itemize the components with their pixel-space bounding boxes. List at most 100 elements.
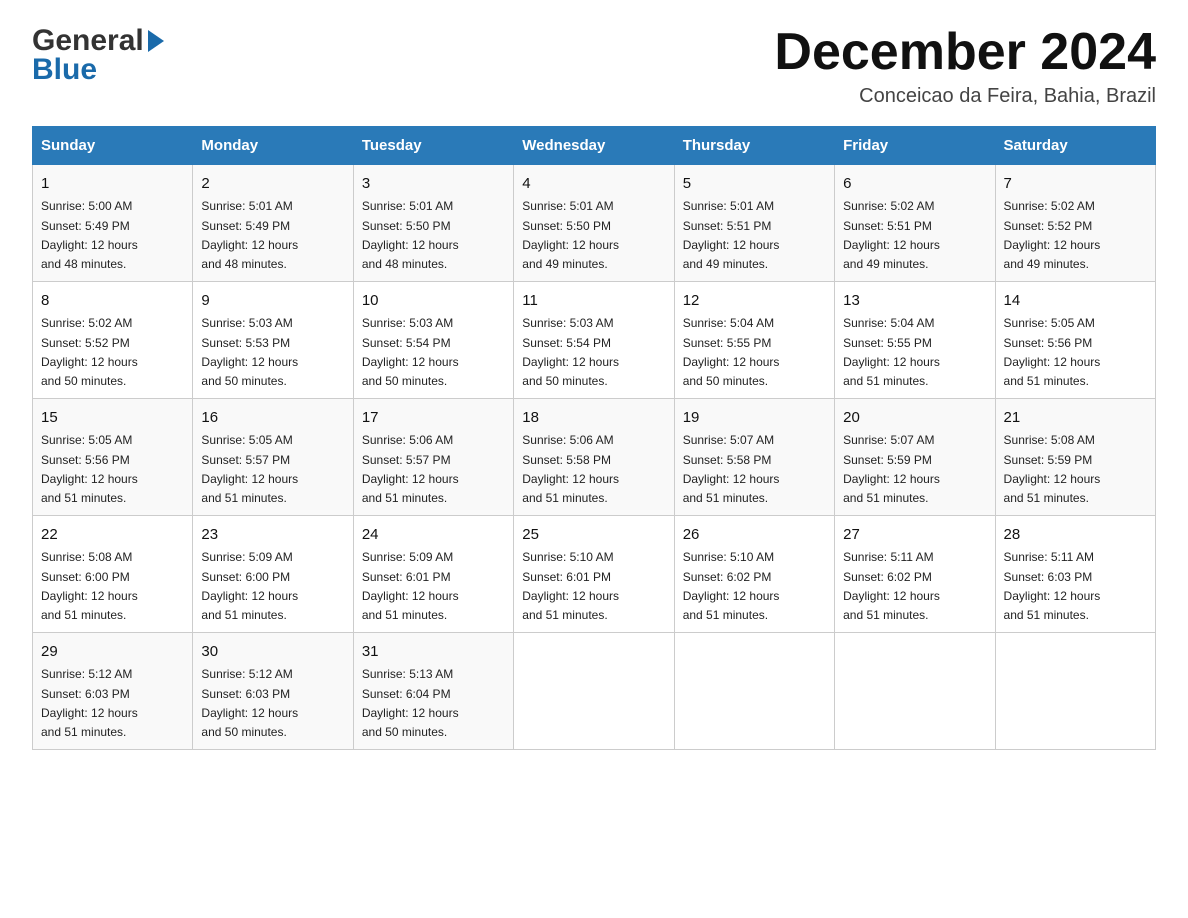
day-info: Sunrise: 5:01 AMSunset: 5:51 PMDaylight:… [683,197,826,274]
calendar-day-3: 3Sunrise: 5:01 AMSunset: 5:50 PMDaylight… [353,165,513,282]
day-number: 16 [201,406,344,429]
month-title: December 2024 [774,24,1156,81]
header-tuesday: Tuesday [353,127,513,165]
logo-arrow-icon [148,30,164,52]
day-number: 17 [362,406,505,429]
header-sunday: Sunday [33,127,193,165]
day-info: Sunrise: 5:01 AMSunset: 5:50 PMDaylight:… [522,197,665,274]
calendar-day-21: 21Sunrise: 5:08 AMSunset: 5:59 PMDayligh… [995,399,1155,516]
header-monday: Monday [193,127,353,165]
calendar-empty-cell [514,633,674,750]
day-info: Sunrise: 5:06 AMSunset: 5:58 PMDaylight:… [522,431,665,508]
day-number: 15 [41,406,184,429]
calendar-day-12: 12Sunrise: 5:04 AMSunset: 5:55 PMDayligh… [674,282,834,399]
day-number: 24 [362,523,505,546]
day-info: Sunrise: 5:01 AMSunset: 5:49 PMDaylight:… [201,197,344,274]
calendar-day-27: 27Sunrise: 5:11 AMSunset: 6:02 PMDayligh… [835,516,995,633]
day-info: Sunrise: 5:03 AMSunset: 5:54 PMDaylight:… [522,314,665,391]
header-wednesday: Wednesday [514,127,674,165]
day-number: 6 [843,172,986,195]
day-number: 10 [362,289,505,312]
calendar-week-row: 29Sunrise: 5:12 AMSunset: 6:03 PMDayligh… [33,633,1156,750]
calendar-day-24: 24Sunrise: 5:09 AMSunset: 6:01 PMDayligh… [353,516,513,633]
header-friday: Friday [835,127,995,165]
day-number: 21 [1004,406,1147,429]
day-number: 11 [522,289,665,312]
day-info: Sunrise: 5:01 AMSunset: 5:50 PMDaylight:… [362,197,505,274]
calendar-day-11: 11Sunrise: 5:03 AMSunset: 5:54 PMDayligh… [514,282,674,399]
day-number: 2 [201,172,344,195]
day-info: Sunrise: 5:12 AMSunset: 6:03 PMDaylight:… [201,665,344,742]
day-number: 1 [41,172,184,195]
calendar-day-23: 23Sunrise: 5:09 AMSunset: 6:00 PMDayligh… [193,516,353,633]
day-number: 27 [843,523,986,546]
calendar-day-15: 15Sunrise: 5:05 AMSunset: 5:56 PMDayligh… [33,399,193,516]
day-number: 3 [362,172,505,195]
logo-blue: Blue [32,53,164,86]
day-info: Sunrise: 5:13 AMSunset: 6:04 PMDaylight:… [362,665,505,742]
day-number: 30 [201,640,344,663]
day-info: Sunrise: 5:06 AMSunset: 5:57 PMDaylight:… [362,431,505,508]
calendar-day-31: 31Sunrise: 5:13 AMSunset: 6:04 PMDayligh… [353,633,513,750]
day-number: 31 [362,640,505,663]
day-info: Sunrise: 5:11 AMSunset: 6:03 PMDaylight:… [1004,548,1147,625]
calendar-day-5: 5Sunrise: 5:01 AMSunset: 5:51 PMDaylight… [674,165,834,282]
calendar-day-8: 8Sunrise: 5:02 AMSunset: 5:52 PMDaylight… [33,282,193,399]
day-info: Sunrise: 5:12 AMSunset: 6:03 PMDaylight:… [41,665,184,742]
day-number: 13 [843,289,986,312]
day-number: 22 [41,523,184,546]
day-number: 9 [201,289,344,312]
day-info: Sunrise: 5:08 AMSunset: 5:59 PMDaylight:… [1004,431,1147,508]
calendar-day-20: 20Sunrise: 5:07 AMSunset: 5:59 PMDayligh… [835,399,995,516]
day-info: Sunrise: 5:07 AMSunset: 5:59 PMDaylight:… [843,431,986,508]
day-number: 28 [1004,523,1147,546]
location-subtitle: Conceicao da Feira, Bahia, Brazil [774,85,1156,108]
calendar-day-22: 22Sunrise: 5:08 AMSunset: 6:00 PMDayligh… [33,516,193,633]
calendar-day-19: 19Sunrise: 5:07 AMSunset: 5:58 PMDayligh… [674,399,834,516]
day-number: 8 [41,289,184,312]
calendar-day-17: 17Sunrise: 5:06 AMSunset: 5:57 PMDayligh… [353,399,513,516]
calendar-day-18: 18Sunrise: 5:06 AMSunset: 5:58 PMDayligh… [514,399,674,516]
day-number: 26 [683,523,826,546]
day-info: Sunrise: 5:09 AMSunset: 6:00 PMDaylight:… [201,548,344,625]
page-header: General Blue December 2024 Conceicao da … [32,24,1156,108]
day-number: 19 [683,406,826,429]
calendar-day-16: 16Sunrise: 5:05 AMSunset: 5:57 PMDayligh… [193,399,353,516]
calendar-day-7: 7Sunrise: 5:02 AMSunset: 5:52 PMDaylight… [995,165,1155,282]
day-info: Sunrise: 5:02 AMSunset: 5:51 PMDaylight:… [843,197,986,274]
calendar-empty-cell [674,633,834,750]
calendar-day-10: 10Sunrise: 5:03 AMSunset: 5:54 PMDayligh… [353,282,513,399]
calendar-day-26: 26Sunrise: 5:10 AMSunset: 6:02 PMDayligh… [674,516,834,633]
day-number: 7 [1004,172,1147,195]
day-number: 4 [522,172,665,195]
calendar-week-row: 22Sunrise: 5:08 AMSunset: 6:00 PMDayligh… [33,516,1156,633]
day-number: 5 [683,172,826,195]
day-info: Sunrise: 5:03 AMSunset: 5:54 PMDaylight:… [362,314,505,391]
day-number: 29 [41,640,184,663]
day-info: Sunrise: 5:05 AMSunset: 5:56 PMDaylight:… [1004,314,1147,391]
logo: General Blue [32,24,164,86]
day-info: Sunrise: 5:10 AMSunset: 6:01 PMDaylight:… [522,548,665,625]
day-info: Sunrise: 5:03 AMSunset: 5:53 PMDaylight:… [201,314,344,391]
calendar-empty-cell [835,633,995,750]
day-info: Sunrise: 5:05 AMSunset: 5:56 PMDaylight:… [41,431,184,508]
day-number: 14 [1004,289,1147,312]
calendar-table: SundayMondayTuesdayWednesdayThursdayFrid… [32,126,1156,750]
calendar-day-28: 28Sunrise: 5:11 AMSunset: 6:03 PMDayligh… [995,516,1155,633]
day-info: Sunrise: 5:00 AMSunset: 5:49 PMDaylight:… [41,197,184,274]
calendar-day-30: 30Sunrise: 5:12 AMSunset: 6:03 PMDayligh… [193,633,353,750]
day-number: 20 [843,406,986,429]
day-info: Sunrise: 5:02 AMSunset: 5:52 PMDaylight:… [41,314,184,391]
header-thursday: Thursday [674,127,834,165]
header-saturday: Saturday [995,127,1155,165]
calendar-day-9: 9Sunrise: 5:03 AMSunset: 5:53 PMDaylight… [193,282,353,399]
day-number: 25 [522,523,665,546]
calendar-header-row: SundayMondayTuesdayWednesdayThursdayFrid… [33,127,1156,165]
calendar-day-6: 6Sunrise: 5:02 AMSunset: 5:51 PMDaylight… [835,165,995,282]
calendar-week-row: 1Sunrise: 5:00 AMSunset: 5:49 PMDaylight… [33,165,1156,282]
calendar-empty-cell [995,633,1155,750]
day-number: 18 [522,406,665,429]
day-info: Sunrise: 5:04 AMSunset: 5:55 PMDaylight:… [843,314,986,391]
calendar-day-1: 1Sunrise: 5:00 AMSunset: 5:49 PMDaylight… [33,165,193,282]
title-area: December 2024 Conceicao da Feira, Bahia,… [774,24,1156,108]
